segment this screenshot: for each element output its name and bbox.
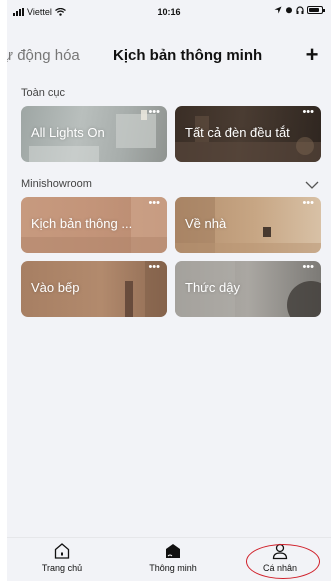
- scene-card-all-lights-off[interactable]: Tất cả đèn đều tắt •••: [175, 106, 321, 162]
- app-screen: Viettel 10:16 ự động hóa Kịch bản thông …: [7, 0, 331, 581]
- chevron-down-icon[interactable]: [305, 180, 319, 190]
- scene-name: Tất cả đèn đều tắt: [185, 125, 290, 140]
- scene-card-come-home[interactable]: Về nhà •••: [175, 197, 321, 253]
- battery-icon: [307, 6, 325, 14]
- more-icon[interactable]: •••: [302, 198, 314, 209]
- alarm-icon: [286, 7, 292, 14]
- location-icon: [274, 6, 282, 14]
- status-bar: Viettel 10:16: [7, 0, 331, 24]
- scene-card-wake-up[interactable]: Thức dậy •••: [175, 261, 321, 317]
- header: ự động hóa Kịch bản thông minh +: [7, 44, 331, 72]
- more-icon[interactable]: •••: [302, 262, 314, 273]
- tab-smart-scenes[interactable]: Kịch bản thông minh: [113, 47, 262, 64]
- plus-icon: +: [305, 42, 319, 67]
- highlight-ring: [246, 544, 320, 579]
- status-right: [274, 6, 325, 14]
- add-scene-button[interactable]: +: [301, 44, 323, 66]
- scene-name: Kịch bản thông ...: [31, 216, 133, 231]
- scene-name: All Lights On: [31, 125, 105, 140]
- headphones-icon: [296, 6, 304, 14]
- scene-name: Về nhà: [185, 216, 227, 231]
- nav-home[interactable]: Trang chủ: [22, 542, 102, 573]
- nav-label: Trang chủ: [41, 563, 83, 573]
- scene-card-all-lights-on[interactable]: All Lights On •••: [21, 106, 167, 162]
- section-label-minishowroom: Minishowroom: [21, 178, 92, 190]
- scene-name: Vào bếp: [31, 280, 80, 295]
- more-icon[interactable]: •••: [148, 107, 160, 118]
- nav-smart[interactable]: Thông minh: [133, 542, 213, 573]
- home-icon: [54, 543, 70, 559]
- scene-card-kitchen[interactable]: Vào bếp •••: [21, 261, 167, 317]
- smart-scene-icon: [166, 544, 180, 558]
- more-icon[interactable]: •••: [148, 198, 160, 209]
- scene-name: Thức dậy: [185, 280, 240, 295]
- more-icon[interactable]: •••: [148, 262, 160, 273]
- nav-label: Thông minh: [149, 563, 197, 573]
- tab-automation[interactable]: ự động hóa: [7, 47, 80, 64]
- more-icon[interactable]: •••: [302, 107, 314, 118]
- scene-card-smart-scenario[interactable]: Kịch bản thông ... •••: [21, 197, 167, 253]
- section-label-global: Toàn cục: [21, 87, 66, 99]
